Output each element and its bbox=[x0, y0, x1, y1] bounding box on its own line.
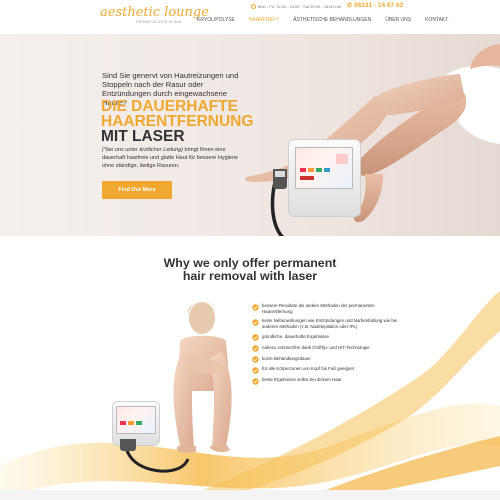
nav-item-ueber-uns[interactable]: ÜBER UNS bbox=[385, 17, 411, 23]
feature-text: kurze Behandlungsdauer bbox=[262, 355, 311, 361]
check-icon bbox=[252, 334, 259, 342]
check-icon bbox=[252, 319, 259, 326]
footer-band bbox=[0, 490, 500, 500]
list-item: bessere Resultate als andere Methoden de… bbox=[252, 303, 400, 315]
phone-icon: ✆ bbox=[347, 3, 353, 9]
feature-text: für alle Körperzonen von Kopf bis Fuß ge… bbox=[262, 366, 355, 372]
nav-item-kryolipolyse[interactable]: KRYOLIPOLYSE bbox=[197, 17, 235, 23]
hero-title-line1: DIE DAUERHAFTE bbox=[101, 98, 238, 115]
logo-script-text: aesthetic lounge bbox=[100, 5, 209, 20]
opening-hours: Mon - Fri: 11:00 - 19:00 · Sat 09:00 - 1… bbox=[251, 4, 342, 10]
feature-text: beste Ergebnisse selbst bei dickem Haar bbox=[262, 377, 342, 383]
logo-subtitle: DERMATOLOGIE KLINIK bbox=[136, 20, 182, 24]
site-header: aesthetic lounge DERMATOLOGIE KLINIK Mon… bbox=[0, 0, 500, 34]
logo[interactable]: aesthetic lounge DERMATOLOGIE KLINIK bbox=[100, 5, 209, 29]
main-nav: KRYOLIPOLYSE HAARFREI™ ÄSTHETISCHE BEHAN… bbox=[197, 17, 448, 23]
list-item: für alle Körperzonen von Kopf bis Fuß ge… bbox=[252, 366, 400, 374]
phone-number-text: 06131 - 14 67 62 bbox=[354, 2, 404, 9]
nav-item-haarfrei[interactable]: HAARFREI™ bbox=[249, 17, 279, 23]
hero-body-note: (*bei uns unter ärztlicher Leitung) bbox=[102, 147, 184, 153]
hero-body-text: (*bei uns unter ärztlicher Leitung) brin… bbox=[102, 146, 242, 170]
device-screen bbox=[295, 147, 353, 189]
feature-text: bessere Resultate als andere Methoden de… bbox=[262, 303, 375, 314]
list-item: nahezu schmerzfrei dank ChillTip- und HI… bbox=[252, 345, 400, 353]
nav-item-aesthetische-behandlungen[interactable]: ÄSTHETISCHE BEHANDLUNGEN bbox=[293, 17, 371, 23]
benefits-list: bessere Resultate als andere Methoden de… bbox=[252, 303, 400, 388]
section-title-line2: hair removal with laser bbox=[182, 269, 318, 283]
list-item: keine Nebenwirkungen wie Entzündungen un… bbox=[252, 318, 400, 330]
nav-item-kontakt[interactable]: KONTAKT bbox=[425, 17, 448, 23]
device-2-screen bbox=[116, 406, 156, 434]
check-icon bbox=[252, 378, 259, 385]
check-icon bbox=[252, 303, 259, 311]
hero-title-line3: MIT LASER bbox=[101, 128, 185, 145]
clock-icon bbox=[251, 4, 256, 10]
feature-text: nahezu schmerzfrei dank ChillTip- und HI… bbox=[262, 344, 370, 350]
list-item: kurze Behandlungsdauer bbox=[252, 356, 400, 364]
list-item: beste Ergebnisse selbst bei dickem Haar bbox=[252, 377, 400, 385]
phone-number[interactable]: ✆ 06131 - 14 67 62 bbox=[347, 2, 403, 9]
feature-text: keine Nebenwirkungen wie Entzündungen un… bbox=[262, 318, 398, 330]
find-out-more-button[interactable]: Find Out More bbox=[102, 181, 172, 199]
check-icon bbox=[252, 345, 259, 352]
check-icon bbox=[252, 356, 259, 363]
list-item: gründliche, dauerhafte Ergebnisse bbox=[252, 334, 400, 342]
check-icon bbox=[252, 367, 259, 374]
hero-section: Sind Sie genervt von Hautreizungen und S… bbox=[0, 34, 500, 236]
laser-device-image bbox=[265, 139, 365, 236]
section-title: Why we only offer permanent hair removal… bbox=[0, 257, 500, 283]
hero-title-line2: HAARENTFERNUNG bbox=[101, 113, 254, 130]
device-2-cable bbox=[120, 439, 190, 473]
opening-hours-text: Mon - Fri: 11:00 - 19:00 · Sat 09:00 - 1… bbox=[258, 4, 342, 9]
laser-device-image-2 bbox=[110, 401, 190, 481]
feature-text: gründliche, dauerhafte Ergebnisse bbox=[262, 333, 329, 339]
